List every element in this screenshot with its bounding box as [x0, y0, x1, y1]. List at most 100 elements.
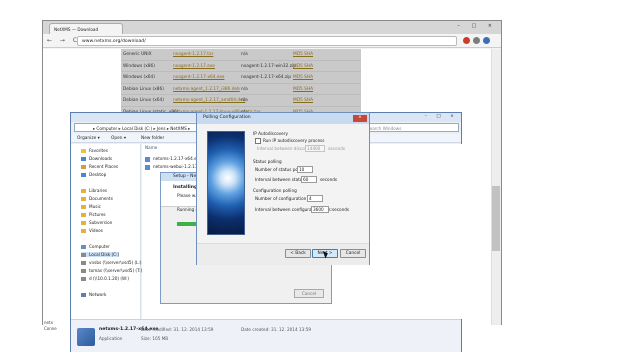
nav-item-label: Recent Places	[89, 164, 119, 169]
folder-icon	[81, 197, 86, 201]
explorer-window-controls[interactable]: – □ ×	[425, 114, 458, 119]
browser-nav-buttons[interactable]: ← → C	[47, 37, 80, 44]
nav-item[interactable]: Favorites	[81, 148, 108, 153]
download-cell: n/a	[241, 98, 248, 103]
config-interval-input[interactable]: 3600	[311, 206, 329, 213]
status-interval-unit: seconds	[320, 177, 338, 182]
nav-item-label: Desktop	[89, 172, 107, 177]
num-status-pollers-input[interactable]: 10	[297, 166, 313, 173]
extension-icons	[463, 37, 493, 45]
download-link[interactable]: MD5 SHA	[293, 64, 313, 69]
download-link[interactable]: nxagent-1.2.17.tar	[173, 52, 213, 57]
date-modified: Date modified: 31. 12. 2014 13:59	[141, 327, 214, 332]
ext-icon-3[interactable]	[483, 37, 490, 44]
setup-heading: Installing	[173, 185, 198, 190]
nav-item[interactable]: Documents	[81, 196, 113, 201]
download-cell: nxagent-1.2.17-x64.zip	[241, 75, 291, 80]
download-link[interactable]: MD5 SHA	[293, 98, 313, 103]
nav-item[interactable]: Music	[81, 204, 101, 209]
nav-item-label: Downloads	[89, 156, 112, 161]
nav-item[interactable]: d (\\10.0.1.20) (W:)	[81, 276, 129, 281]
polling-button-row: < Back Next > Cancel	[197, 243, 369, 265]
nav-item[interactable]: Computer	[81, 244, 110, 249]
download-link[interactable]: MD5 SHA	[293, 87, 313, 92]
nav-item-label: Music	[89, 204, 101, 209]
nav-item[interactable]: Videos	[81, 228, 103, 233]
open-button[interactable]: Open ▾	[111, 136, 126, 141]
num-config-pollers-input[interactable]: 4	[307, 195, 323, 202]
ext-icon-2[interactable]	[473, 37, 480, 44]
download-link[interactable]: netxms-agent_1.2.17_i386.deb	[173, 87, 240, 92]
file-item[interactable]: netxms-1.2.17-x64.exe	[145, 156, 202, 162]
exe-icon	[145, 156, 150, 162]
folder-icon	[81, 293, 86, 297]
download-cell: Debian Linux (x86)	[123, 86, 164, 92]
discovery-interval-input[interactable]: 14400	[305, 145, 325, 152]
checkbox-icon[interactable]	[255, 138, 261, 144]
nav-item[interactable]: vnsbs (\\server\vsd5) (L:)	[81, 260, 142, 265]
folder-icon	[81, 221, 86, 225]
download-row: Windows (x86) nxagent-1.2.17.exe nxagent-1…	[121, 61, 361, 72]
folder-icon	[81, 245, 86, 249]
download-cell: n/a	[241, 86, 248, 92]
browser-scroll-thumb[interactable]	[492, 186, 500, 251]
folder-icon	[81, 149, 86, 153]
cancel-button[interactable]: Cancel	[340, 249, 366, 258]
nav-item[interactable]: Downloads	[81, 156, 112, 161]
download-cell: Windows (x64)	[123, 75, 155, 80]
nav-item[interactable]: Recent Places	[81, 164, 118, 169]
column-header-name[interactable]: Name	[145, 145, 157, 150]
nav-item-label: Subversion	[89, 220, 113, 225]
nav-item[interactable]: Desktop	[81, 172, 106, 177]
nav-item-label: Computer	[89, 244, 110, 249]
nav-item[interactable]: tomas (\\server\vsd5) (T:)	[81, 268, 142, 273]
folder-icon	[81, 253, 86, 257]
folder-icon	[81, 157, 86, 161]
download-link[interactable]: nxagent-1.2.17-x64.exe	[173, 75, 224, 80]
nav-item-label: Network	[89, 292, 107, 297]
folder-icon	[81, 189, 86, 193]
nav-item[interactable]: Local Disk (C:)	[81, 252, 120, 257]
nav-item[interactable]: Network	[81, 292, 106, 297]
nav-item-label: Local Disk (C:)	[89, 252, 120, 257]
file-size: Size: 105 MB	[141, 336, 169, 341]
nav-item-label: Videos	[89, 228, 103, 233]
download-link[interactable]: MD5 SHA	[293, 75, 313, 80]
background-label-1: netx	[44, 320, 53, 325]
nav-item[interactable]: Pictures	[81, 212, 106, 217]
new-folder-button[interactable]: New folder	[141, 136, 164, 141]
download-cell: Generic UNIX	[123, 52, 152, 57]
nav-item[interactable]: Subversion	[81, 220, 112, 225]
folder-icon	[81, 205, 86, 209]
back-button[interactable]: < Back	[285, 249, 311, 258]
folder-icon	[81, 229, 86, 233]
wizard-image	[207, 131, 245, 235]
navigation-pane: Favorites Downloads Recent Places Desktop Li…	[71, 144, 142, 319]
browser-window-controls[interactable]: – □ ×	[457, 23, 497, 29]
download-link[interactable]: nxagent-1.2.17.exe	[173, 64, 215, 69]
nav-item-label: vnsbs (\\server\vsd5) (L:)	[89, 260, 142, 265]
details-pane: netxms-1.2.17-x64.exe Application Date m…	[71, 319, 461, 352]
ext-icon-1[interactable]	[463, 37, 470, 44]
setup-cancel-button[interactable]: Cancel	[294, 289, 324, 298]
download-cell: nxagent-1.2.17-win32.zip	[241, 63, 296, 69]
organize-button[interactable]: Organize ▾	[77, 136, 100, 141]
explorer-search-input[interactable]: Search Windows	[363, 123, 459, 132]
exe-icon	[145, 164, 150, 170]
folder-icon	[81, 213, 86, 217]
run-autodiscovery-checkbox[interactable]: Run IP autodiscovery process	[255, 138, 324, 144]
polling-close-button[interactable]: ×	[353, 115, 367, 122]
download-row: Generic UNIX nxagent-1.2.17.tar n/a MD5 SHA	[121, 49, 361, 61]
status-interval-input[interactable]: 60	[301, 176, 317, 183]
discovery-interval-unit: seconds	[328, 146, 346, 151]
address-bar[interactable]: www.netxms.org/download/	[77, 36, 457, 46]
folder-icon	[81, 173, 86, 177]
browser-tab-bar: NetXMS — Download – □ ×	[43, 21, 501, 34]
nav-item[interactable]: Libraries	[81, 188, 107, 193]
download-cell: Windows (x86)	[123, 63, 155, 69]
nav-item-label: tomas (\\server\vsd5) (T:)	[89, 268, 143, 273]
browser-tab[interactable]: NetXMS — Download	[49, 23, 123, 34]
download-row: Debian Linux (x86) netxms-agent_1.2.17_i3…	[121, 84, 361, 95]
download-link[interactable]: netxms-agent_1.2.17_amd64.deb	[173, 98, 245, 103]
download-link[interactable]: MD5 SHA	[293, 52, 313, 57]
